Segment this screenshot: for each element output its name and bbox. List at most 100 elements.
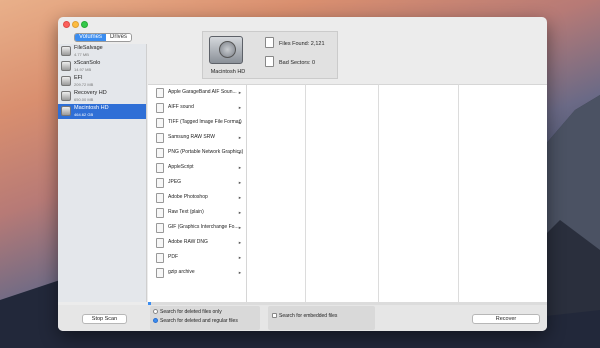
zoom-window-button[interactable] xyxy=(81,21,88,28)
file-type-item[interactable]: Apple GarageBand AIF Soun... ► xyxy=(148,85,246,100)
bottom-toolbar: Stop Scan Search for deleted files only … xyxy=(58,305,547,331)
file-type-icon xyxy=(156,253,164,263)
stop-scan-button[interactable]: Stop Scan xyxy=(82,314,127,324)
disclosure-arrow-icon: ► xyxy=(238,90,242,95)
deleted-only-label: Search for deleted files only xyxy=(160,309,222,315)
file-type-item[interactable]: GIF (Graphics Interchange Fo... ► xyxy=(148,220,246,235)
embedded-files-label: Search for embedded files xyxy=(279,313,338,319)
deleted-regular-label: Search for deleted and regular files xyxy=(160,318,238,324)
tab-drives[interactable]: Drives xyxy=(106,34,132,41)
file-type-label: GIF (Graphics Interchange Fo... xyxy=(168,224,239,230)
deleted-regular-option[interactable]: Search for deleted and regular files xyxy=(153,318,238,325)
disclosure-arrow-icon: ► xyxy=(238,255,242,260)
source-segmented-control: Volumes Drives xyxy=(74,33,133,42)
embedded-files-checkbox[interactable] xyxy=(272,313,277,319)
volume-size: 209.72 MB xyxy=(74,82,94,87)
file-type-item[interactable]: Raw Text (plain) ► xyxy=(148,205,246,220)
browser-column-4[interactable] xyxy=(379,84,459,302)
volume-name: Recovery HD xyxy=(74,90,107,96)
disclosure-arrow-icon: ► xyxy=(238,225,242,230)
volume-sidebar: FileSalvage 4.77 MB xScanSolo 14.97 MB EFI 20… xyxy=(58,44,147,302)
disclosure-arrow-icon: ► xyxy=(238,120,242,125)
browser-column-3[interactable] xyxy=(306,84,379,302)
drive-icon xyxy=(61,76,71,86)
volume-size: 464.62 GB xyxy=(74,112,94,117)
file-type-item[interactable]: PNG (Portable Network Graphics) ► xyxy=(148,145,246,160)
file-type-label: Samsung RAW SRW xyxy=(168,134,215,140)
embedded-files-option[interactable]: Search for embedded files xyxy=(272,313,337,320)
disclosure-arrow-icon: ► xyxy=(238,240,242,245)
volume-name: Macintosh HD xyxy=(74,105,109,111)
search-mode-group: Search for deleted files only Search for… xyxy=(150,306,260,330)
volume-item[interactable]: Recovery HD 650.00 MB xyxy=(58,89,146,104)
file-type-icon xyxy=(156,193,164,203)
disk-name: Macintosh HD xyxy=(210,69,246,75)
file-type-label: TIFF (Tagged Image File Format) xyxy=(168,119,242,125)
browser-column-5[interactable] xyxy=(459,84,547,302)
file-type-label: Apple GarageBand AIF Soun... xyxy=(168,89,237,95)
browser-column-2[interactable] xyxy=(247,84,306,302)
file-type-label: Adobe RAW DNG xyxy=(168,239,208,245)
hard-disk-icon xyxy=(209,36,243,64)
minimize-window-button[interactable] xyxy=(72,21,79,28)
deleted-regular-radio[interactable] xyxy=(153,318,158,324)
disclosure-arrow-icon: ► xyxy=(238,210,242,215)
volume-item[interactable]: EFI 209.72 MB xyxy=(58,74,146,89)
files-found-icon xyxy=(265,37,274,48)
volume-item[interactable]: Macintosh HD 464.62 GB xyxy=(58,104,146,119)
file-type-icon xyxy=(156,223,164,233)
disk-info-panel: Macintosh HD Files Found: 2,121 Bad Sect… xyxy=(202,31,338,79)
file-type-item[interactable]: TIFF (Tagged Image File Format) ► xyxy=(148,115,246,130)
drive-icon xyxy=(61,91,71,101)
file-type-icon xyxy=(156,238,164,248)
deleted-only-radio[interactable] xyxy=(153,309,158,315)
disclosure-arrow-icon: ► xyxy=(238,195,242,200)
file-type-icon xyxy=(156,103,164,113)
file-type-label: Raw Text (plain) xyxy=(168,209,204,215)
tab-volumes[interactable]: Volumes xyxy=(75,34,107,41)
file-type-label: PNG (Portable Network Graphics) xyxy=(168,149,244,155)
file-type-label: AIFF sound xyxy=(168,104,194,110)
file-type-icon xyxy=(156,148,164,158)
file-type-item[interactable]: Adobe RAW DNG ► xyxy=(148,235,246,250)
file-type-label: AppleScript xyxy=(168,164,194,170)
file-type-item[interactable]: Adobe Photoshop ► xyxy=(148,190,246,205)
disclosure-arrow-icon: ► xyxy=(238,180,242,185)
volume-item[interactable]: xScanSolo 14.97 MB xyxy=(58,59,146,74)
disclosure-arrow-icon: ► xyxy=(238,105,242,110)
file-type-icon xyxy=(156,133,164,143)
disclosure-arrow-icon: ► xyxy=(238,150,242,155)
volume-item[interactable]: FileSalvage 4.77 MB xyxy=(58,44,146,59)
embedded-option-group: Search for embedded files xyxy=(268,306,375,330)
title-bar[interactable] xyxy=(58,17,547,31)
recover-button[interactable]: Recover xyxy=(472,314,540,324)
close-window-button[interactable] xyxy=(63,21,70,28)
file-type-icon xyxy=(156,118,164,128)
volume-name: EFI xyxy=(74,75,83,81)
deleted-only-option[interactable]: Search for deleted files only xyxy=(153,309,222,316)
file-type-item[interactable]: JPEG ► xyxy=(148,175,246,190)
files-found-count: Files Found: 2,121 xyxy=(279,41,325,47)
file-type-item[interactable]: Samsung RAW SRW ► xyxy=(148,130,246,145)
file-type-list: Apple GarageBand AIF Soun... ► AIFF sound ►… xyxy=(148,84,247,302)
app-window: Volumes Drives FileSalvage 4.77 MB xScanSo… xyxy=(58,17,547,331)
volume-size: 14.97 MB xyxy=(74,67,92,72)
file-type-item[interactable]: gzip archive ► xyxy=(148,265,246,280)
bad-sectors-icon xyxy=(265,56,274,67)
file-type-label: PDF xyxy=(168,254,178,260)
volume-name: FileSalvage xyxy=(74,45,103,51)
file-type-icon xyxy=(156,163,164,173)
bad-sectors-count: Bad Sectors: 0 xyxy=(279,60,316,66)
volume-name: xScanSolo xyxy=(74,60,101,66)
file-type-item[interactable]: PDF ► xyxy=(148,250,246,265)
disclosure-arrow-icon: ► xyxy=(238,270,242,275)
volume-size: 650.00 MB xyxy=(74,97,94,102)
file-type-icon xyxy=(156,208,164,218)
file-type-item[interactable]: AppleScript ► xyxy=(148,160,246,175)
disclosure-arrow-icon: ► xyxy=(238,165,242,170)
file-type-label: Adobe Photoshop xyxy=(168,194,208,200)
file-type-icon xyxy=(156,268,164,278)
file-type-label: JPEG xyxy=(168,179,182,185)
file-type-item[interactable]: AIFF sound ► xyxy=(148,100,246,115)
disclosure-arrow-icon: ► xyxy=(238,135,242,140)
